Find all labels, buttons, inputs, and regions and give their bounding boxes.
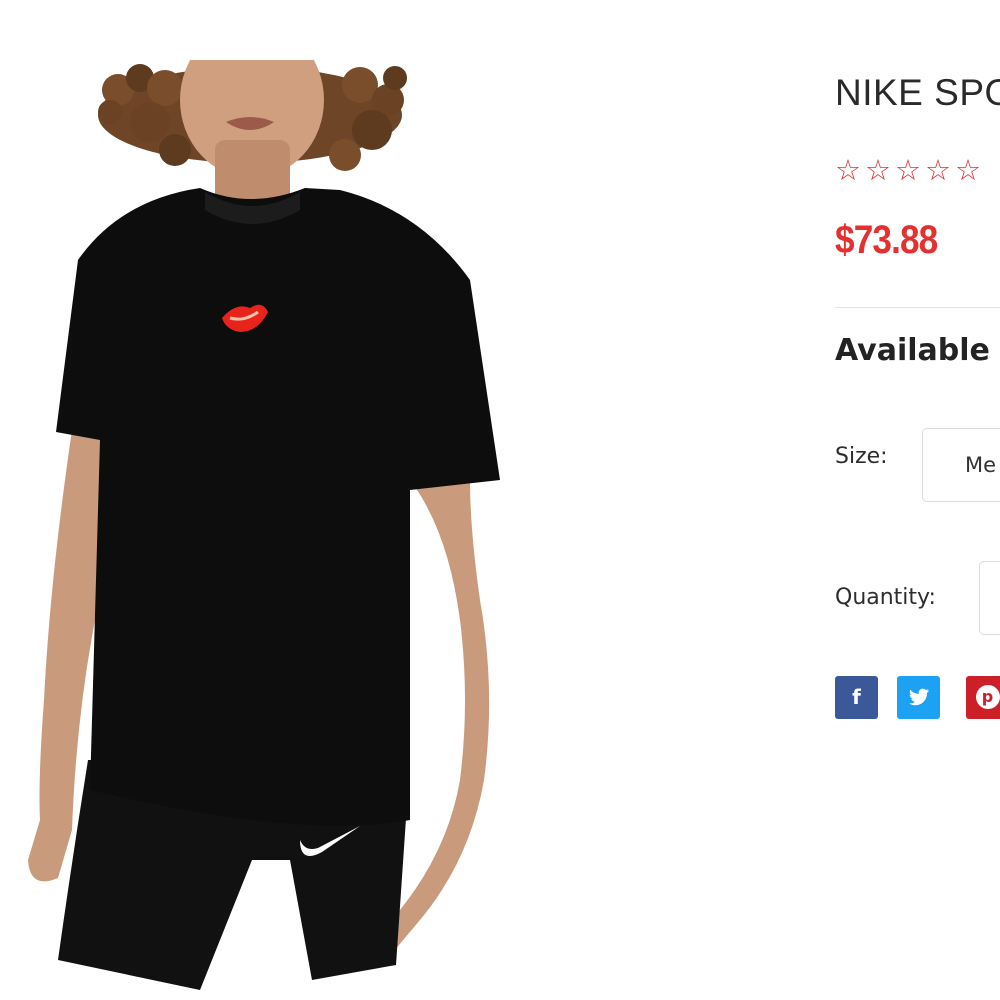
size-label: Size: — [835, 444, 888, 469]
product-title: NIKE SPO — [835, 72, 1000, 113]
rating-stars[interactable]: ☆ ☆ ☆ ☆ ☆ — [835, 150, 985, 190]
product-price: $73.88 — [835, 218, 938, 262]
facebook-share-button[interactable]: f — [835, 676, 878, 719]
star-outline-icon[interactable]: ☆ — [835, 150, 861, 190]
available-options-heading: Available ( — [835, 333, 1000, 368]
pinterest-icon: p — [975, 685, 1000, 709]
twitter-share-button[interactable] — [897, 676, 940, 719]
facebook-icon: f — [852, 685, 861, 709]
divider — [835, 307, 1000, 308]
quantity-label: Quantity: — [835, 585, 936, 610]
quantity-stepper[interactable] — [979, 561, 1000, 635]
star-outline-icon[interactable]: ☆ — [895, 150, 921, 190]
size-select[interactable]: Me — [922, 428, 1000, 502]
star-outline-icon[interactable]: ☆ — [925, 150, 951, 190]
star-outline-icon[interactable]: ☆ — [955, 150, 981, 190]
pinterest-share-button[interactable]: p — [966, 676, 1000, 719]
product-page: NIKE SPO ☆ ☆ ☆ ☆ ☆ $73.88 Available ( Si… — [0, 0, 1000, 1000]
twitter-icon — [908, 688, 929, 706]
product-photo — [28, 60, 500, 990]
product-details: NIKE SPO ☆ ☆ ☆ ☆ ☆ $73.88 Available ( Si… — [835, 0, 1000, 1000]
product-image[interactable] — [0, 60, 520, 1000]
star-outline-icon[interactable]: ☆ — [865, 150, 891, 190]
